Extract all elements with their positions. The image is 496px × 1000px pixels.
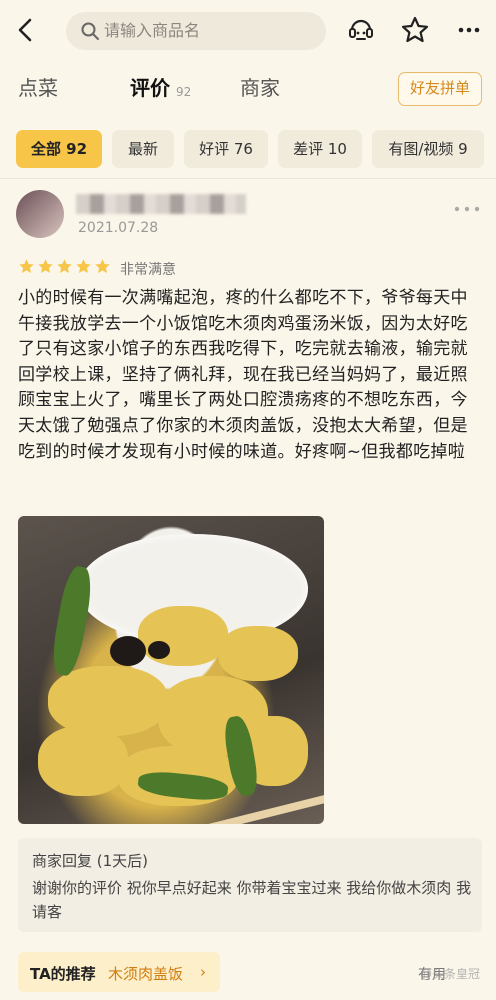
rating-stars <box>18 258 113 278</box>
merchant-reply: 商家回复 (1天后) 谢谢你的评价 祝你早点好起来 你带着宝宝过来 我给你做木须… <box>18 838 482 932</box>
review-text: 小的时候有一次满嘴起泡，疼的什么都吃不下，爷爷每天中午接我放学去一个小饭馆吃木须… <box>18 288 468 462</box>
recommend-dish-button[interactable]: TA的推荐 木须肉盖饭 › <box>18 952 220 992</box>
more-icon[interactable] <box>454 15 484 45</box>
filter-all[interactable]: 全部 92 <box>16 130 102 168</box>
egg-shape <box>38 726 128 796</box>
filter-latest[interactable]: 最新 <box>112 130 174 168</box>
search-placeholder: 请输入商品名 <box>104 21 201 40</box>
egg-shape <box>218 626 298 681</box>
divider <box>0 178 496 179</box>
filter-positive[interactable]: 好评 76 <box>184 130 268 168</box>
back-arrow-icon[interactable] <box>12 14 40 46</box>
recommend-label: TA的推荐 <box>30 965 96 983</box>
egg-shape <box>48 666 168 736</box>
tab-order[interactable]: 点菜 <box>18 74 58 102</box>
cucumber-shape <box>48 564 96 678</box>
reviewer-name-blurred <box>76 194 246 214</box>
search-icon <box>80 21 100 41</box>
tab-reviews-count: 92 <box>176 85 192 99</box>
top-bar: 请输入商品名 <box>0 0 496 62</box>
recommend-dish: 木须肉盖饭 <box>108 965 184 983</box>
watermark: @头条皇冠 <box>420 967 481 981</box>
rating-text: 非常满意 <box>120 262 176 278</box>
avatar[interactable] <box>16 190 64 238</box>
review-filters: 全部 92 最新 好评 76 差评 10 有图/视频 9 <box>0 126 496 172</box>
chevron-right-icon: › <box>200 963 206 981</box>
customer-service-icon[interactable] <box>346 15 376 45</box>
filter-with-media[interactable]: 有图/视频 9 <box>372 130 484 168</box>
star-icon <box>95 259 110 273</box>
review-date: 2021.07.28 <box>78 220 159 236</box>
star-icon <box>76 259 91 273</box>
fungus-shape <box>110 636 146 666</box>
review-more-icon[interactable] <box>452 195 482 219</box>
search-input[interactable]: 请输入商品名 <box>66 12 326 50</box>
favorite-star-icon[interactable] <box>400 15 430 45</box>
tab-bar: 点菜 评价 92 商家 好友拼单 <box>0 64 496 114</box>
star-icon <box>38 259 53 273</box>
merchant-reply-text: 谢谢你的评价 祝你早点好起来 你带着宝宝过来 我给你做木须肉 我请客 <box>32 879 472 921</box>
tab-reviews[interactable]: 评价 <box>130 74 170 102</box>
review-photo[interactable] <box>18 516 324 824</box>
filter-negative[interactable]: 差评 10 <box>278 130 362 168</box>
star-icon <box>57 259 72 273</box>
fungus-shape <box>148 641 170 659</box>
star-icon <box>19 259 34 273</box>
tab-merchant[interactable]: 商家 <box>240 74 280 102</box>
merchant-reply-title: 商家回复 (1天后) <box>32 852 149 870</box>
friend-group-order-button[interactable]: 好友拼单 <box>398 72 482 106</box>
